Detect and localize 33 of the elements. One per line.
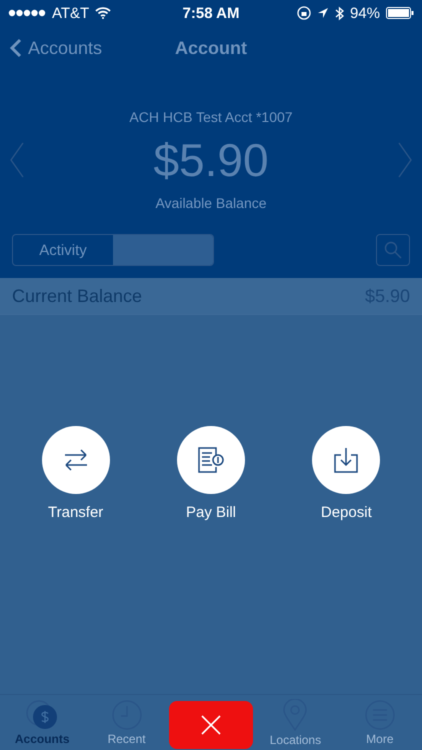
search-button[interactable] [376,234,410,266]
action-button[interactable]: Transfer [36,425,116,694]
tab-bar-item[interactable]: More [338,700,422,746]
tab-bar-item[interactable]: Locations [253,698,338,746]
account-name: ACH HCB Test Acct *1007 [129,109,293,125]
wifi-icon [95,7,112,19]
action-button[interactable]: Deposit [306,425,386,694]
page-title: Account [175,38,247,58]
signal-icon [8,9,46,17]
dollar-coin-icon [25,700,60,730]
tab-bar-item[interactable]: Recent [84,700,169,746]
close-icon [201,714,222,734]
chevron-left-icon [10,38,22,58]
chevron-left-icon[interactable] [10,142,24,178]
download-tray-icon [333,447,360,473]
balance-amount: $5.90 [153,133,269,187]
chevron-right-icon[interactable] [398,142,412,178]
action-button[interactable]: Pay Bill [170,425,251,694]
battery-percent: 94% [350,4,380,22]
bill-icon [196,447,225,473]
balance-label: Available Balance [155,195,267,211]
battery-icon [386,7,414,19]
close-button[interactable] [169,700,254,748]
carrier-name: AT&T [52,4,90,22]
clock-time: 7:58 AM [182,4,240,22]
search-icon [384,241,402,259]
tab-bar-item[interactable]: Accounts [0,700,84,746]
location-arrow-icon [316,7,329,19]
segment-tab[interactable] [113,235,213,265]
arrows-icon [62,449,89,471]
bluetooth-icon [334,6,344,20]
back-link[interactable]: Accounts [10,38,102,58]
rotation-lock-icon [296,6,311,20]
